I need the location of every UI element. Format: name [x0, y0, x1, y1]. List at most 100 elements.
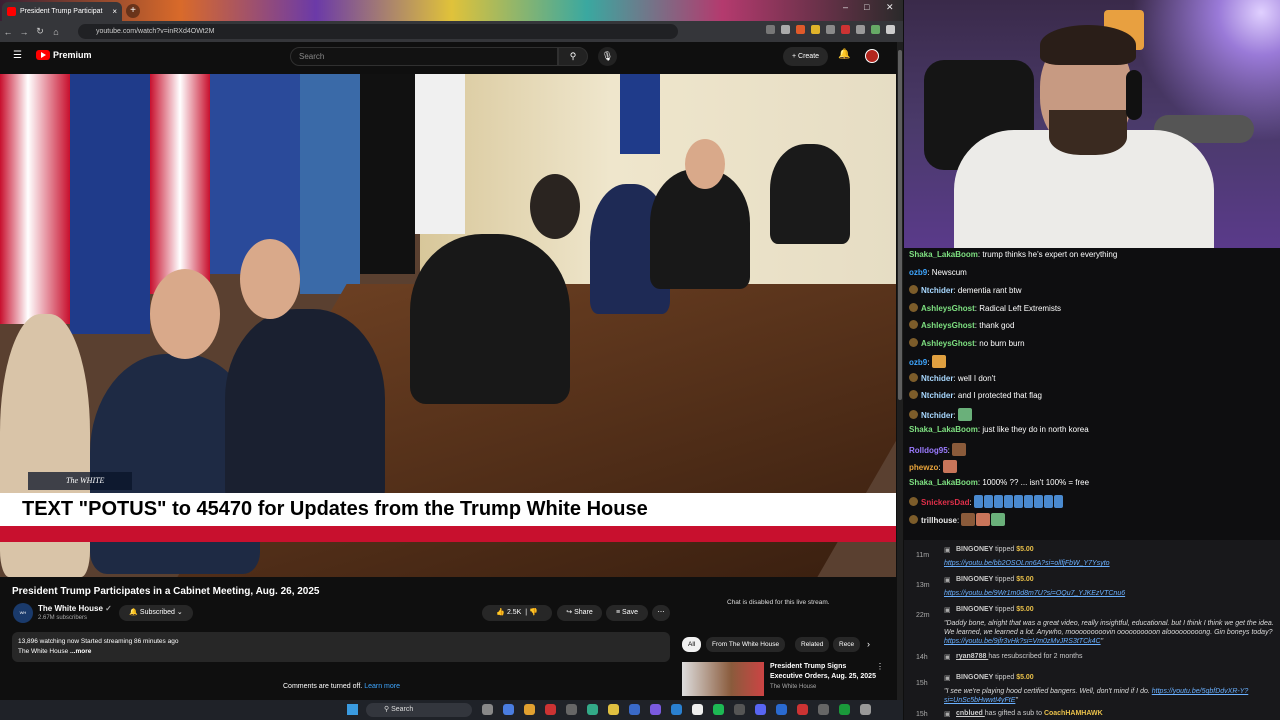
app-icon[interactable]	[650, 704, 661, 715]
chevron-right-icon[interactable]: ›	[867, 639, 870, 649]
cast-icon[interactable]	[766, 25, 775, 34]
steam-icon[interactable]	[629, 704, 640, 715]
app-icon[interactable]	[818, 704, 829, 715]
video-player[interactable]: The WHITE HOUSE TEXT "POTUS" to 45470 fo…	[0, 74, 896, 577]
extensions-puzzle-icon[interactable]	[856, 25, 865, 34]
chat-username[interactable]: Rolldog95	[909, 446, 948, 455]
chat-username[interactable]: Ntchider	[921, 411, 953, 420]
chat-username[interactable]: SnickersDad	[921, 498, 969, 507]
extension-icon[interactable]	[811, 25, 820, 34]
app-icon[interactable]	[545, 704, 556, 715]
subscribed-button[interactable]: 🔔 Subscribed ⌄	[119, 605, 193, 621]
chat-username[interactable]: ozb9	[909, 358, 927, 367]
url-field[interactable]: youtube.com/watch?v=inRXd4OWt2M	[78, 24, 678, 39]
home-icon[interactable]: ⌂	[48, 27, 64, 37]
chat-username[interactable]: Shaka_LakaBoom	[909, 478, 978, 487]
minimize-icon[interactable]: –	[843, 2, 848, 12]
event-link[interactable]: https://youtu.be/9jfr3vHk?si=Vm0zMvJRS3t…	[944, 638, 1101, 645]
forward-icon[interactable]: →	[16, 27, 32, 37]
windows-start-icon[interactable]	[347, 704, 358, 715]
menu-kebab-icon[interactable]	[886, 25, 895, 34]
app-icon[interactable]	[797, 704, 808, 715]
chip-related[interactable]: Related	[795, 637, 830, 652]
chat-message: Shaka_LakaBoom: trump thinks he's expert…	[909, 250, 1117, 259]
share-button[interactable]: ↪ Share	[557, 605, 602, 621]
profile-icon[interactable]	[871, 25, 880, 34]
hamburger-menu-icon[interactable]: ☰	[13, 50, 22, 61]
app-icon[interactable]	[734, 704, 745, 715]
new-tab-button[interactable]: +	[126, 4, 140, 18]
video-title: President Trump Participates in a Cabine…	[12, 586, 320, 597]
more-actions-icon[interactable]: ⋯	[652, 605, 670, 621]
app-icon[interactable]	[503, 704, 514, 715]
notifications-bell-icon[interactable]: 🔔	[838, 49, 850, 60]
video-person	[410, 234, 570, 404]
save-button[interactable]: ≡ Save	[606, 605, 648, 621]
event-user[interactable]: BINGONEY	[956, 576, 995, 583]
event-user[interactable]: BINGONEY	[956, 674, 995, 681]
close-tab-icon[interactable]: ×	[112, 7, 117, 16]
recommended-title[interactable]: President Trump Signs Executive Orders, …	[770, 662, 880, 682]
spotify-icon[interactable]	[713, 704, 724, 715]
chat-username[interactable]: Ntchider	[921, 286, 953, 295]
extension-icon[interactable]	[841, 25, 850, 34]
create-button[interactable]: + Create	[783, 47, 828, 66]
chat-username[interactable]: Ntchider	[921, 374, 953, 383]
app-icon[interactable]	[671, 704, 682, 715]
reload-icon[interactable]: ↻	[32, 26, 48, 37]
description-box[interactable]: 13,896 watching now Started streaming 86…	[12, 632, 670, 662]
maximize-icon[interactable]: □	[864, 2, 869, 12]
chat-message: Ntchider: and I protected that flag	[909, 390, 1042, 400]
chat-username[interactable]: phewzo	[909, 463, 938, 472]
app-icon[interactable]	[860, 704, 871, 715]
chip-recent[interactable]: Rece	[833, 637, 861, 652]
chat-username[interactable]: Ntchider	[921, 391, 953, 400]
chat-username[interactable]: trillhouse	[921, 516, 957, 525]
back-icon[interactable]: ←	[0, 27, 16, 37]
stream-events-panel: 11m ▣ BINGONEY tipped $5.00 https://youtu.b…	[904, 540, 1280, 720]
youtube-logo[interactable]: Premium	[36, 50, 92, 60]
event-user[interactable]: BINGONEY	[956, 546, 995, 553]
app-icon[interactable]	[755, 704, 766, 715]
event-link[interactable]: https://youtu.be/bb2OSOLnn6A?si=ollfjFbW…	[944, 560, 1110, 567]
chrome-icon[interactable]	[524, 704, 535, 715]
event-user[interactable]: cnblued	[956, 710, 985, 717]
chip-from-channel[interactable]: From The White House	[706, 637, 786, 652]
bookmark-star-icon[interactable]	[781, 25, 790, 34]
chat-emote-icon	[961, 512, 976, 526]
obs-icon[interactable]	[692, 704, 703, 715]
learn-more-link[interactable]: Learn more	[364, 683, 400, 690]
app-icon[interactable]	[839, 704, 850, 715]
app-icon[interactable]	[776, 704, 787, 715]
chip-all[interactable]: All	[682, 637, 702, 652]
chat-username[interactable]: AshleysGhost	[921, 321, 975, 330]
account-avatar[interactable]	[865, 49, 879, 63]
chat-username[interactable]: ozb9	[909, 268, 927, 277]
close-window-icon[interactable]: ✕	[886, 2, 894, 13]
app-icon[interactable]	[587, 704, 598, 715]
event-user[interactable]: ryan8788	[956, 653, 988, 660]
chat-username[interactable]: Shaka_LakaBoom	[909, 425, 978, 434]
extension-icon[interactable]	[826, 25, 835, 34]
app-icon[interactable]	[566, 704, 577, 715]
task-view-icon[interactable]	[482, 704, 493, 715]
microphone-icon[interactable]: 🎙	[598, 47, 617, 66]
event-user[interactable]: BINGONEY	[956, 606, 995, 613]
extension-icon[interactable]	[796, 25, 805, 34]
like-dislike-button[interactable]: 👍 2.5K | 👎	[482, 605, 552, 621]
chat-username[interactable]: Shaka_LakaBoom	[909, 250, 978, 259]
event-link[interactable]: https://youtu.be/9Wr1m0d8m7U?si=OQu7_YJK…	[944, 590, 1125, 597]
channel-avatar[interactable]: WH	[13, 603, 33, 623]
search-icon[interactable]: ⚲	[558, 47, 588, 66]
search-input[interactable]: Search	[290, 47, 558, 66]
recommended-thumbnail[interactable]	[682, 662, 764, 696]
chat-username[interactable]: AshleysGhost	[921, 339, 975, 348]
taskbar-search[interactable]: ⚲ Search	[366, 703, 472, 717]
chat-username[interactable]: AshleysGhost	[921, 304, 975, 313]
more-link[interactable]: ...more	[70, 648, 91, 655]
recommended-menu-icon[interactable]: ⋮	[876, 662, 884, 671]
tab-youtube[interactable]: President Trump Participat ×	[2, 2, 122, 21]
channel-name[interactable]: The White House ✓	[38, 604, 112, 613]
file-explorer-icon[interactable]	[608, 704, 619, 715]
page-scrollbar[interactable]	[897, 42, 903, 700]
